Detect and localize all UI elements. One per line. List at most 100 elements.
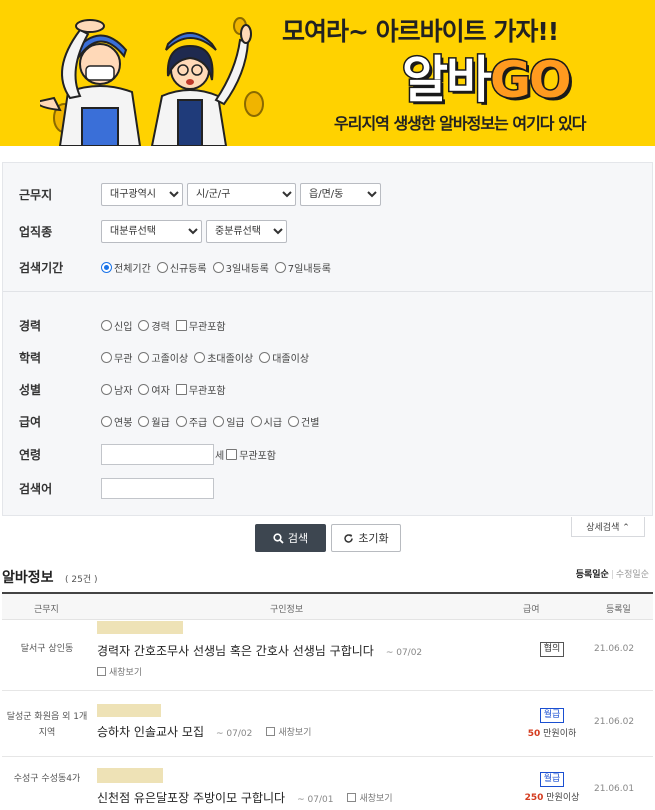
radio-icon xyxy=(101,352,112,363)
gender-label: 성별 xyxy=(19,383,42,397)
row-info: 경력자 간호조무사 선생님 혹은 간호사 선생님 구합니다 ~ 07/02 새창… xyxy=(97,621,422,679)
gender-option-male[interactable]: 남자 xyxy=(101,382,132,397)
job-title-link[interactable]: 승하차 인솔교사 모집 xyxy=(97,723,204,740)
salary-row: 급여 연봉 월급 주급 일급 시급 건별 xyxy=(19,413,325,430)
gender-row: 성별 남자 여자 무관포함 xyxy=(19,381,232,398)
city-select[interactable]: 대구광역시 xyxy=(101,183,183,206)
keyword-input[interactable] xyxy=(101,478,214,499)
category-row: 업직종 대분류선택 중분류선택 xyxy=(19,220,291,243)
new-window-link[interactable]: 새창보기 xyxy=(97,665,142,678)
reset-button[interactable]: 초기화 xyxy=(331,524,401,552)
checkbox-icon xyxy=(175,384,187,395)
table-row[interactable]: 달서구 상인동 경력자 간호조무사 선생님 혹은 간호사 선생님 구합니다 ~ … xyxy=(2,621,653,691)
row-reg-date: 21.06.02 xyxy=(594,717,635,727)
table-header: 근무지 구인정보 급여 등록일 xyxy=(2,592,653,620)
search-button[interactable]: 검색 xyxy=(255,524,326,552)
career-option-experienced[interactable]: 경력 xyxy=(138,318,170,333)
new-window-link[interactable]: 새창보기 xyxy=(347,791,393,804)
salary-option-monthly[interactable]: 월급 xyxy=(138,414,170,429)
education-option-any[interactable]: 무관 xyxy=(101,350,132,365)
checkbox-icon xyxy=(226,449,238,460)
deadline: ~ 07/02 xyxy=(216,729,253,739)
company-name-blurred xyxy=(97,768,163,783)
row-reg-date: 21.06.02 xyxy=(594,644,635,654)
radio-icon xyxy=(213,416,225,427)
salary-option-annual[interactable]: 연봉 xyxy=(101,414,132,429)
period-option-new[interactable]: 신규등록 xyxy=(156,260,207,275)
search-button-label: 검색 xyxy=(287,532,309,545)
town-select[interactable]: 읍/면/동 xyxy=(300,183,381,206)
period-option-7days[interactable]: 7일내등록 xyxy=(274,260,331,275)
salary-option-weekly[interactable]: 주급 xyxy=(175,414,207,429)
education-option-highschool[interactable]: 고졸이상 xyxy=(138,350,188,365)
gender-option-female[interactable]: 여자 xyxy=(138,382,170,397)
radio-icon xyxy=(101,320,112,331)
period-option-all[interactable]: 전체기간 xyxy=(101,260,151,275)
pay-amount: 50 만원이하 xyxy=(527,729,577,739)
career-row: 경력 신입 경력 무관포함 xyxy=(19,317,232,334)
table-row[interactable]: 수성구 수성동4가 신천점 유은달포장 주방이모 구합니다 ~ 07/01 새창… xyxy=(2,757,653,810)
location-row: 근무지 대구광역시 시/군/구 읍/면/동 xyxy=(19,183,385,206)
radio-icon xyxy=(212,262,224,273)
salary-option-hourly[interactable]: 시급 xyxy=(250,414,282,429)
radio-icon xyxy=(101,416,112,427)
job-title-link[interactable]: 경력자 간호조무사 선생님 혹은 간호사 선생님 구합니다 xyxy=(97,642,374,659)
sort-by-modified[interactable]: 수정일순 xyxy=(616,570,649,580)
company-name-blurred xyxy=(97,621,183,634)
location-label: 근무지 xyxy=(19,188,53,202)
salary-option-per-task[interactable]: 건별 xyxy=(288,414,319,429)
major-category-select[interactable]: 대분류선택 xyxy=(101,220,202,243)
pay-amount: 250 만원이상 xyxy=(524,793,580,803)
district-select[interactable]: 시/군/구 xyxy=(187,183,296,206)
period-option-3days[interactable]: 3일내등록 xyxy=(212,260,269,275)
salary-label: 급여 xyxy=(19,415,42,429)
category-label: 업직종 xyxy=(19,225,53,239)
job-title-line: 승하차 인솔교사 모집 ~ 07/02 새창보기 xyxy=(97,723,311,740)
new-window-link[interactable]: 새창보기 xyxy=(266,725,311,738)
education-option-college[interactable]: 초대졸이상 xyxy=(194,350,253,365)
gender-any-checkbox[interactable]: 무관포함 xyxy=(175,382,226,397)
sort-separator: | xyxy=(610,570,614,580)
radio-icon xyxy=(156,262,168,273)
table-row[interactable]: 달성군 화원읍 외 1개 지역 승하차 인솔교사 모집 ~ 07/02 새창보기… xyxy=(2,691,653,757)
salary-option-daily[interactable]: 일급 xyxy=(213,414,245,429)
results-title: 알바정보 xyxy=(2,570,54,586)
age-input[interactable] xyxy=(101,444,214,465)
banner-logo: 알바GO xyxy=(401,40,574,112)
detail-search-toggle[interactable]: 상세검색 ⌃ xyxy=(571,517,645,537)
radio-icon xyxy=(250,416,262,427)
radio-icon xyxy=(288,416,300,427)
column-header-pay: 급여 xyxy=(523,605,540,615)
pay-type-badge: 월급 xyxy=(539,708,565,723)
new-window-icon xyxy=(97,667,106,676)
age-any-checkbox[interactable]: 무관포함 xyxy=(226,447,276,462)
radio-icon xyxy=(274,262,286,273)
row-area: 달성군 화원읍 외 1개 지역 xyxy=(6,712,88,738)
period-row: 검색기간 전체기간 신규등록 3일내등록 7일내등록 xyxy=(19,259,337,276)
pay-type-badge: 월급 xyxy=(539,772,565,787)
sort-options: 등록일순 | 수정일순 xyxy=(576,567,649,580)
company-name-blurred xyxy=(97,704,161,717)
job-title-line: 신천점 유은달포장 주방이모 구합니다 ~ 07/01 새창보기 xyxy=(97,789,393,806)
panel-divider xyxy=(3,291,652,292)
pay-type-badge: 협의 xyxy=(539,642,565,657)
banner-logo-prefix: 알바 xyxy=(401,50,494,111)
period-label: 검색기간 xyxy=(19,261,64,275)
row-pay: 협의 xyxy=(512,641,592,657)
career-any-checkbox[interactable]: 무관포함 xyxy=(175,318,226,333)
column-header-info: 구인정보 xyxy=(270,605,304,615)
row-area: 달서구 상인동 xyxy=(20,644,74,654)
career-option-new[interactable]: 신입 xyxy=(101,318,132,333)
radio-icon xyxy=(138,416,150,427)
row-reg-date: 21.06.01 xyxy=(594,784,635,794)
radio-icon xyxy=(194,352,206,363)
radio-icon xyxy=(138,320,150,331)
education-label: 학력 xyxy=(19,351,42,365)
banner-logo-suffix: GO xyxy=(489,50,574,111)
sort-by-registered[interactable]: 등록일순 xyxy=(576,570,609,580)
row-info: 신천점 유은달포장 주방이모 구합니다 ~ 07/01 새창보기 xyxy=(97,768,393,806)
job-title-link[interactable]: 신천점 유은달포장 주방이모 구합니다 xyxy=(97,789,285,806)
column-header-area: 근무지 xyxy=(34,605,59,615)
education-option-university[interactable]: 대졸이상 xyxy=(259,350,309,365)
minor-category-select[interactable]: 중분류선택 xyxy=(206,220,287,243)
